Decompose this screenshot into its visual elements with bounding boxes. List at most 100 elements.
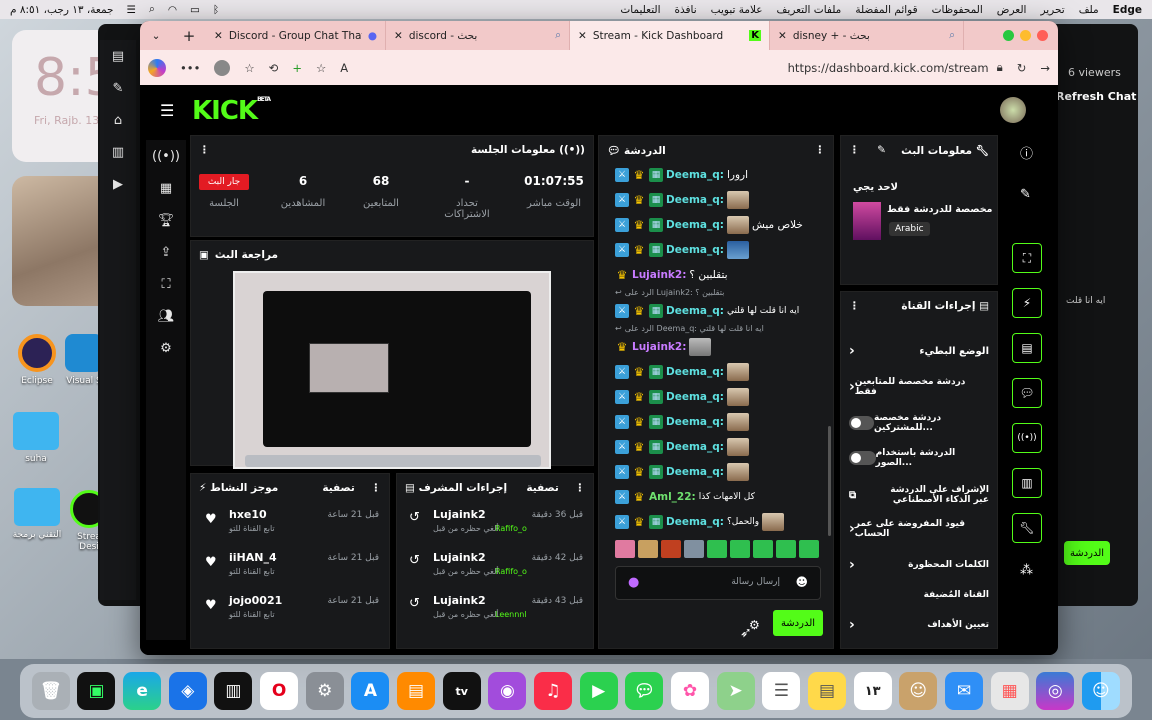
more-icon[interactable]: ••• <box>180 61 200 75</box>
star-icon[interactable]: ☆ <box>316 61 326 75</box>
bg-rail-icon[interactable]: ▤ <box>100 40 136 72</box>
close-icon[interactable]: ✕ <box>578 30 587 42</box>
action-ai-moderation[interactable]: ⧉ الإشراف على الدردشة عبر الذكاء الأصطنا… <box>849 480 989 510</box>
system-settings-icon[interactable]: ⚙ <box>305 672 344 710</box>
action-slow-mode[interactable]: › الوضع البطيء <box>849 340 989 362</box>
action-subscribers-only[interactable]: دردشة مخصصة للمشتركين... <box>849 412 989 434</box>
hamburger-icon[interactable]: ☰ <box>160 101 174 120</box>
calendar-icon[interactable]: ١٣ <box>853 672 892 710</box>
emoji-icon[interactable]: ☻ <box>795 575 808 589</box>
notes-icon[interactable]: ▤ <box>807 672 846 710</box>
action-followers-only[interactable]: › دردشة مخصصة للمتابعين فقط <box>849 376 989 398</box>
new-tab-button[interactable]: + <box>172 21 206 50</box>
action-host-channel[interactable]: القناة المُضيفة <box>849 584 989 606</box>
rail-notes-button[interactable]: ▤ <box>1012 333 1042 363</box>
avatar[interactable] <box>1000 97 1026 123</box>
kebab-icon[interactable]: ⋮ <box>849 300 860 312</box>
close-window-button[interactable] <box>1037 30 1048 41</box>
activity-filter[interactable]: تصفية <box>322 482 355 494</box>
menu-item-window[interactable]: نافذة <box>675 4 697 16</box>
tab-discord-search[interactable]: ✕ discord - بحث ⌕ <box>386 21 570 50</box>
rail-chat-button[interactable]: 💬︎ <box>1012 378 1042 408</box>
music-icon[interactable]: ♫ <box>534 672 573 710</box>
favorites-icon[interactable]: ☆ <box>244 61 254 75</box>
minimize-button[interactable] <box>1020 30 1031 41</box>
upload-icon[interactable]: ⇪ <box>146 236 186 268</box>
menu-item-view[interactable]: العرض <box>997 4 1027 16</box>
shield-app-icon[interactable]: ◈ <box>168 672 207 710</box>
menu-item-history[interactable]: المحفوظات <box>932 4 983 16</box>
photos-icon[interactable]: ✿ <box>671 672 710 710</box>
tab-kick-dashboard[interactable]: ✕ Stream - Kick Dashboard K <box>570 21 770 50</box>
desktop-icon-eclipse[interactable]: Eclipse <box>10 334 64 386</box>
rail-tools-button[interactable]: 🔧︎ <box>1012 513 1042 543</box>
chat-scrollbar[interactable] <box>828 426 831 536</box>
settings-icon[interactable]: ⚙ <box>146 332 186 364</box>
wifi-icon[interactable]: ◠ <box>168 4 177 16</box>
desktop-icon-suha[interactable]: suha <box>8 412 64 464</box>
mic-icon[interactable]: ● <box>628 575 639 590</box>
emote-image[interactable] <box>661 540 681 558</box>
emote-image[interactable] <box>638 540 658 558</box>
bg-rail-icon[interactable]: ▶ <box>100 168 136 200</box>
desktop-icon-folder2[interactable]: التقني برمجة <box>6 488 68 540</box>
tab-collapse[interactable]: ⌄ <box>140 21 172 50</box>
action-emote-only[interactable]: الدردشة باستخدام الصور... <box>849 447 989 469</box>
emote-image[interactable] <box>684 540 704 558</box>
mod-filter[interactable]: تصفية <box>526 482 559 494</box>
podcasts-icon[interactable]: ◉ <box>488 672 527 710</box>
maps-icon[interactable]: ➤ <box>716 672 755 710</box>
add-icon[interactable]: + <box>292 61 302 75</box>
emote-image[interactable] <box>776 540 796 558</box>
finder-icon[interactable]: ▣ <box>77 672 116 710</box>
tab-disney-search[interactable]: ✕ disney + - بحث ⌕ <box>770 21 964 50</box>
opera-icon[interactable]: O <box>260 672 299 710</box>
tab-discord-group[interactable]: ✕ Discord - Group Chat That's All ● <box>206 21 386 50</box>
close-icon[interactable]: ✕ <box>394 30 403 42</box>
action-banned-words[interactable]: › الكلمات المحظورة <box>849 554 989 576</box>
bg-rail-icon[interactable]: ▥ <box>100 136 136 168</box>
trash-icon[interactable]: 🗑︎ <box>31 672 70 710</box>
focus-icon[interactable]: ⛶ <box>146 268 186 300</box>
search-icon[interactable]: ⌕ <box>149 3 155 16</box>
menu-item-favorites[interactable]: قوائم المفضلة <box>855 4 917 16</box>
chat-input[interactable]: ● إرسال رسالة ☻ <box>615 566 821 600</box>
finder-face-icon[interactable]: ☺ <box>1081 672 1120 710</box>
bg-chat-button[interactable]: الدردشة <box>1064 541 1110 565</box>
battery-icon[interactable]: ▭ <box>190 4 200 16</box>
rail-broadcast-button[interactable]: ((•)) <box>1012 423 1042 453</box>
community-icon[interactable]: 👥︎ <box>146 300 186 332</box>
trophy-icon[interactable]: 🏆︎ <box>146 204 186 236</box>
siri-icon[interactable]: ◎ <box>1036 672 1075 710</box>
add-widget-icon[interactable]: ⁂ <box>1020 563 1033 578</box>
menu-item-help[interactable]: التعليمات <box>620 4 660 16</box>
emote-image[interactable] <box>615 540 635 558</box>
books-icon[interactable]: ▤ <box>397 672 436 710</box>
emote-image[interactable] <box>753 540 773 558</box>
close-icon[interactable]: ✕ <box>778 30 787 42</box>
emote-image[interactable] <box>730 540 750 558</box>
info-icon[interactable]: ⓘ <box>1020 143 1033 162</box>
mail-icon[interactable]: ✉ <box>944 672 983 710</box>
emote-image[interactable] <box>707 540 727 558</box>
analytics-icon[interactable]: ▦ <box>146 172 186 204</box>
copilot-icon[interactable] <box>148 58 166 77</box>
capcut-icon[interactable]: ▥ <box>214 672 253 710</box>
menu-item-edit[interactable]: تحرير <box>1040 4 1064 16</box>
messages-icon[interactable]: 💬︎ <box>625 672 664 710</box>
category-thumbnail[interactable] <box>853 202 881 240</box>
bluetooth-icon[interactable]: ᛒ <box>213 4 219 16</box>
zoom-button[interactable] <box>1003 30 1014 41</box>
chat-send-button[interactable]: الدردشة <box>773 610 823 636</box>
profile-icon[interactable] <box>214 59 231 76</box>
extensions-icon[interactable]: ⟲ <box>269 61 279 75</box>
datetime[interactable]: جمعة، ١٣ رجب، ٨:٥١ م <box>10 4 114 16</box>
category-name[interactable]: مخصصة للدردشة فقط <box>887 204 992 215</box>
kebab-icon[interactable]: ⋮ <box>575 482 586 494</box>
edit-icon[interactable]: ✎ <box>877 144 886 156</box>
launchpad-icon[interactable]: ▦ <box>990 672 1029 710</box>
pencil-icon[interactable]: ✎ <box>1020 187 1031 202</box>
bg-rail-icon[interactable]: ⌂ <box>100 104 136 136</box>
kebab-icon[interactable]: ⋮ <box>849 144 860 156</box>
control-center-icon[interactable]: ☰ <box>127 4 136 16</box>
